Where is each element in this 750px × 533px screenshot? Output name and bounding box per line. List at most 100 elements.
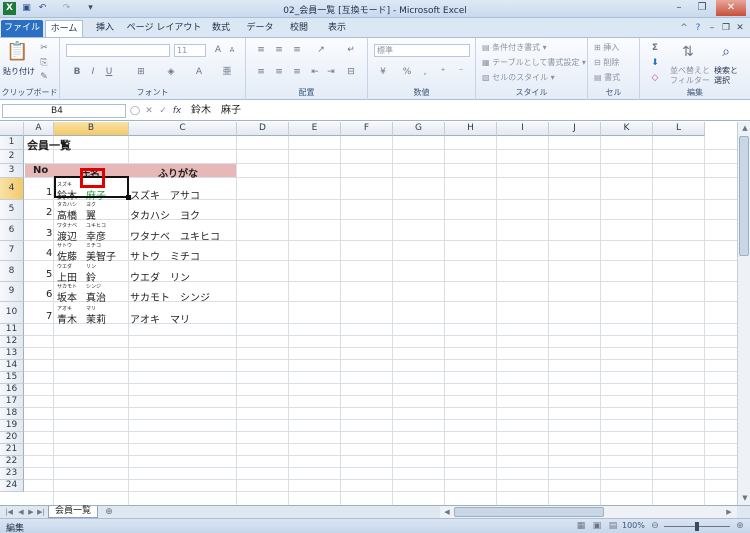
phonetic-icon[interactable]: 亜 — [220, 66, 234, 78]
column-header[interactable]: C — [129, 122, 237, 136]
orientation-icon[interactable]: ↗ — [314, 44, 328, 56]
shrink-font-icon[interactable]: A — [225, 44, 239, 56]
scroll-up-icon[interactable]: ▲ — [738, 122, 750, 134]
conditional-formatting-button[interactable]: ▤ 条件付き書式 ▾ — [482, 42, 547, 53]
row-header[interactable]: 8 — [0, 261, 24, 282]
row-header[interactable]: 4 — [0, 178, 24, 200]
zoom-in-icon[interactable]: ⊕ — [733, 520, 747, 532]
scroll-down-icon[interactable]: ▼ — [738, 492, 750, 504]
percent-icon[interactable]: % — [400, 66, 414, 78]
column-header[interactable]: K — [601, 122, 653, 136]
row-header[interactable]: 21 — [0, 444, 24, 456]
column-header[interactable]: B — [54, 122, 129, 136]
column-header[interactable]: H — [445, 122, 497, 136]
increase-decimal-icon[interactable]: ⁺ — [436, 66, 450, 78]
confirm-entry-icon[interactable]: ✓ — [156, 105, 170, 117]
border-icon[interactable]: ⊞ — [134, 66, 148, 78]
paste-icon[interactable]: 📋 — [6, 41, 28, 63]
font-name-combo[interactable] — [66, 44, 170, 57]
column-header[interactable]: A — [24, 122, 54, 136]
insert-cells-button[interactable]: ⊞ 挿入 — [594, 42, 619, 53]
minimize-ribbon-icon[interactable]: ^ — [678, 20, 690, 37]
column-header[interactable]: E — [289, 122, 341, 136]
row-header[interactable]: 12 — [0, 336, 24, 348]
underline-icon[interactable]: U — [102, 66, 116, 78]
close-button[interactable]: ✕ — [716, 0, 746, 16]
grow-font-icon[interactable]: A — [211, 44, 225, 56]
column-header[interactable]: G — [393, 122, 445, 136]
normal-view-icon[interactable]: ▦ — [574, 520, 588, 532]
font-color-icon[interactable]: A — [192, 66, 206, 78]
wrap-text-icon[interactable]: ↵ — [344, 44, 358, 56]
paste-button[interactable]: 貼り付け — [3, 66, 35, 77]
row-header[interactable]: 23 — [0, 468, 24, 480]
sort-filter-icon[interactable]: ⇅ — [678, 42, 698, 62]
row-header[interactable]: 11 — [0, 324, 24, 336]
row-header[interactable]: 24 — [0, 480, 24, 492]
sheet-title[interactable]: 会員一覧 — [27, 137, 71, 153]
last-sheet-icon[interactable]: ▶| — [34, 506, 48, 518]
decrease-indent-icon[interactable]: ⇤ — [308, 66, 322, 78]
vertical-scrollbar[interactable]: ▲ ▼ — [737, 122, 750, 505]
currency-icon[interactable]: ¥ — [376, 66, 390, 78]
find-select-icon[interactable]: ⌕ — [716, 42, 736, 62]
align-bottom-icon[interactable]: ≡ — [290, 44, 304, 56]
tab-view[interactable]: 表示 — [322, 20, 352, 37]
zoom-slider-thumb[interactable] — [695, 522, 699, 531]
formula-input[interactable]: 鈴木 麻子 — [191, 104, 241, 118]
find-select-label-2[interactable]: 選択 — [714, 75, 730, 86]
sort-filter-label-2[interactable]: フィルター — [670, 75, 710, 86]
row-header[interactable]: 3 — [0, 164, 24, 178]
column-header[interactable]: F — [341, 122, 393, 136]
fill-icon[interactable]: ⬇ — [648, 57, 662, 69]
number-format-combo[interactable]: 標準 — [374, 44, 470, 57]
row-header[interactable]: 10 — [0, 302, 24, 324]
page-break-view-icon[interactable]: ▤ — [606, 520, 620, 532]
row-header[interactable]: 18 — [0, 408, 24, 420]
align-right-icon[interactable]: ≡ — [290, 66, 304, 78]
cut-icon[interactable]: ✂ — [37, 42, 51, 54]
zoom-level[interactable]: 100% — [622, 521, 645, 530]
format-cells-button[interactable]: ▤ 書式 — [594, 72, 620, 83]
row-header[interactable]: 13 — [0, 348, 24, 360]
row-header[interactable]: 17 — [0, 396, 24, 408]
tab-insert[interactable]: 挿入 — [90, 20, 120, 37]
row-header[interactable]: 1 — [0, 136, 24, 150]
column-header[interactable]: I — [497, 122, 549, 136]
fill-color-icon[interactable]: ◈ — [164, 66, 178, 78]
scroll-right-icon[interactable]: ▶ — [722, 506, 736, 518]
minimize-button[interactable]: – — [668, 0, 690, 16]
horizontal-scroll-thumb[interactable] — [454, 507, 604, 517]
bold-icon[interactable]: B — [70, 66, 84, 78]
tab-file[interactable]: ファイル — [1, 20, 43, 37]
column-header[interactable]: D — [237, 122, 289, 136]
format-painter-icon[interactable]: ✎ — [37, 71, 51, 83]
row-header[interactable]: 20 — [0, 432, 24, 444]
copy-icon[interactable]: ⎘ — [37, 57, 51, 69]
restore-button[interactable]: ❐ — [691, 0, 713, 16]
row-header[interactable]: 16 — [0, 384, 24, 396]
sheet-tab[interactable]: 会員一覧 — [48, 506, 98, 518]
decrease-decimal-icon[interactable]: ⁻ — [454, 66, 468, 78]
column-header[interactable]: J — [549, 122, 601, 136]
window-minimize-icon[interactable]: – — [706, 20, 718, 37]
tab-data[interactable]: データ — [244, 20, 276, 37]
comma-icon[interactable]: , — [418, 66, 432, 78]
cell-styles-button[interactable]: ▧ セルのスタイル ▾ — [482, 72, 555, 83]
tab-home[interactable]: ホーム — [45, 20, 83, 37]
row-header[interactable]: 14 — [0, 360, 24, 372]
header-kana[interactable]: ふりがな — [158, 165, 198, 180]
increase-indent-icon[interactable]: ⇥ — [324, 66, 338, 78]
autosum-icon[interactable]: Σ — [648, 42, 662, 54]
row-header[interactable]: 15 — [0, 372, 24, 384]
row-header[interactable]: 5 — [0, 200, 24, 220]
select-all-corner[interactable] — [0, 122, 24, 136]
row-header[interactable]: 19 — [0, 420, 24, 432]
delete-cells-button[interactable]: ⊟ 削除 — [594, 57, 619, 68]
insert-function-icon[interactable]: fx — [170, 105, 184, 117]
row-header[interactable]: 9 — [0, 282, 24, 302]
tab-page-layout[interactable]: ページ レイアウト — [126, 20, 202, 37]
page-layout-view-icon[interactable]: ▣ — [590, 520, 604, 532]
row-header[interactable]: 2 — [0, 150, 24, 164]
vertical-scroll-thumb[interactable] — [739, 136, 749, 256]
